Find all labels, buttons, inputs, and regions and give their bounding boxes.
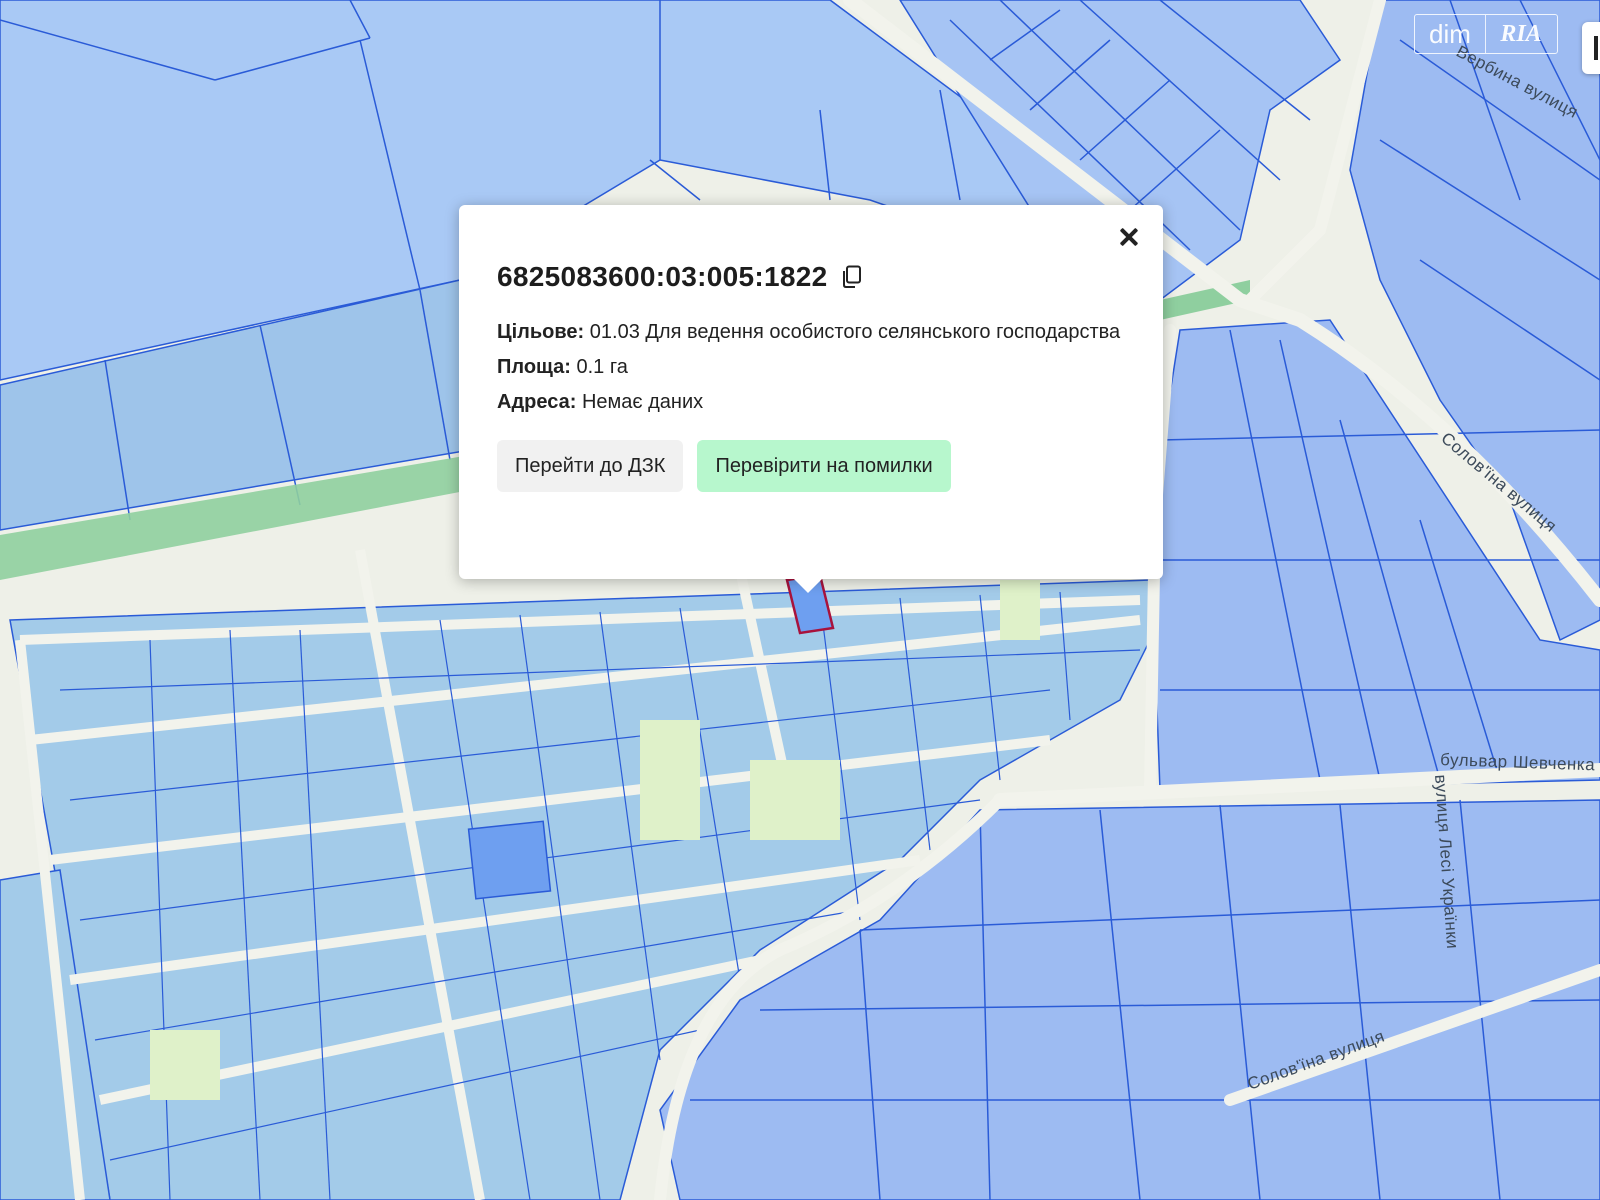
- address-value: Немає даних: [581, 391, 704, 413]
- address-label: Адреса:: [497, 391, 577, 413]
- popup-actions: Перейти до ДЗК Перевірити на помилки: [497, 440, 1125, 492]
- close-icon[interactable]: [1115, 223, 1143, 251]
- copy-icon[interactable]: [841, 265, 863, 289]
- purpose-label: Цільове:: [497, 321, 585, 343]
- cadastral-map[interactable]: Вербина вулиця Солов'їна вулиця бульвар …: [0, 0, 1600, 1200]
- purpose-value: 01.03 Для ведення особистого селянського…: [589, 321, 1121, 343]
- popup-pointer: [792, 577, 824, 593]
- address-row: Адреса: Немає даних: [497, 385, 1125, 420]
- map-side-control-button[interactable]: [1582, 22, 1600, 74]
- watermark-dim: dim: [1415, 15, 1486, 53]
- area-row: Площа: 0.1 га: [497, 350, 1125, 385]
- check-errors-button[interactable]: Перевірити на помилки: [697, 440, 951, 492]
- go-to-dzk-button[interactable]: Перейти до ДЗК: [497, 440, 684, 492]
- watermark-ria: RIA: [1500, 20, 1542, 47]
- parcel-info-popup: 6825083600:03:005:1822 Цільове: 01.03 Дл…: [459, 205, 1163, 579]
- area-label: Площа:: [497, 356, 571, 378]
- parcel-details: Цільове: 01.03 Для ведення особистого се…: [497, 315, 1125, 420]
- area-value: 0.1 га: [576, 356, 628, 378]
- cadastral-number: 6825083600:03:005:1822: [497, 261, 828, 292]
- highlighted-parcel[interactable]: [467, 820, 552, 900]
- watermark-logo: dim RIA: [1414, 14, 1558, 54]
- purpose-row: Цільове: 01.03 Для ведення особистого се…: [497, 315, 1125, 350]
